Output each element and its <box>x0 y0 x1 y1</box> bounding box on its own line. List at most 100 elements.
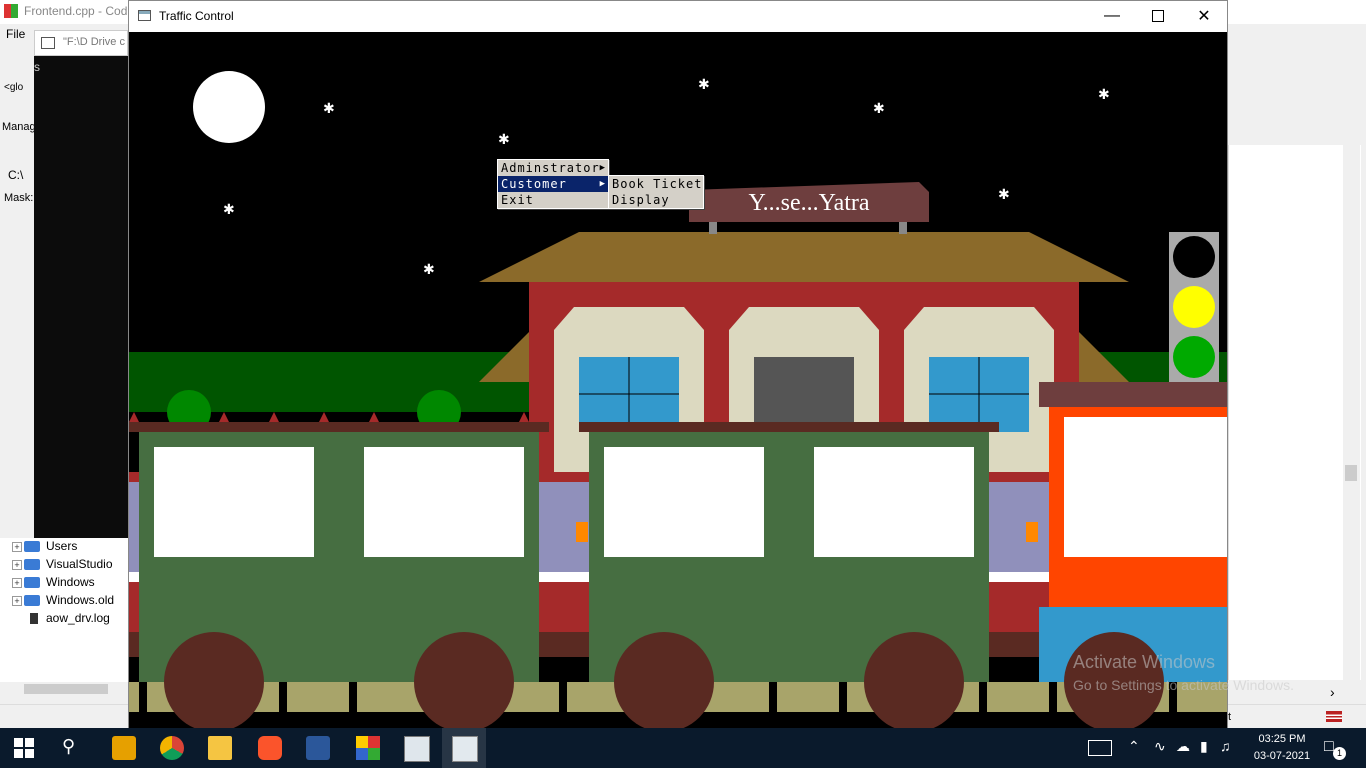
clock[interactable]: 03:25 PM 03-07-2021 <box>1244 731 1320 765</box>
brave-icon[interactable] <box>258 736 282 760</box>
search-icon[interactable]: ⚲ <box>62 736 86 760</box>
menu-item-label: Adminstrator <box>501 161 600 175</box>
star: ✱ <box>423 261 435 277</box>
scene-drawing <box>129 32 1227 728</box>
mask-label: Mask: <box>4 192 34 204</box>
menu-item-exit[interactable]: Exit <box>498 192 608 208</box>
menu-item-display[interactable]: Display <box>609 192 703 208</box>
menu-item-customer[interactable]: Customer ▶ <box>498 176 608 192</box>
tree-item[interactable]: aow_drv.log <box>12 610 128 628</box>
moon <box>193 71 265 143</box>
console-window: s <box>34 30 128 538</box>
menu-item-label: Display <box>612 193 670 207</box>
battery-icon[interactable]: ▮ <box>1200 738 1208 755</box>
maximize-button[interactable] <box>1135 1 1181 31</box>
menu-item-adminstrator[interactable]: Adminstrator ▶ <box>498 160 608 176</box>
main-menu: Adminstrator ▶ Customer ▶ Exit <box>497 159 609 209</box>
close-icon: ✕ <box>1197 8 1211 25</box>
star: ✱ <box>998 186 1010 202</box>
folder-icon <box>24 595 40 606</box>
tree-item-label: Windows.old <box>46 593 115 607</box>
minimize-icon: — <box>1104 7 1120 24</box>
menu-item-book-ticket[interactable]: Book Ticket <box>609 176 703 192</box>
folder-icon <box>24 559 40 570</box>
scrollbar-thumb[interactable] <box>24 684 108 694</box>
star: ✱ <box>1098 86 1110 102</box>
path-field[interactable]: C:\ <box>8 168 23 182</box>
ide-title: Frontend.cpp - Cod <box>24 4 128 18</box>
traffic-light-yellow <box>1173 286 1215 328</box>
expand-icon[interactable]: + <box>12 578 22 588</box>
news-icon[interactable] <box>1088 740 1112 756</box>
star: ✱ <box>223 201 235 217</box>
activation-watermark-title: Activate Windows <box>1073 652 1216 672</box>
start-icon[interactable] <box>14 736 38 760</box>
tree-item[interactable]: + Users <box>12 538 128 556</box>
tree-item-label: Windows <box>46 575 95 589</box>
star: ✱ <box>698 76 710 92</box>
submenu-arrow-icon: ▶ <box>599 179 606 189</box>
horizontal-scrollbar[interactable] <box>0 682 128 696</box>
star: ✱ <box>323 100 335 116</box>
console-icon <box>41 37 55 49</box>
menu-item-label: Customer <box>501 177 567 191</box>
activation-watermark-text: Go to Settings to activate Windows. <box>1073 677 1294 693</box>
window-icon <box>138 10 151 21</box>
folder-icon <box>24 541 40 552</box>
tree-item-label: VisualStudio <box>46 557 113 571</box>
sublime-text-icon[interactable] <box>112 736 136 760</box>
chevron-up-icon[interactable]: ⌃ <box>1128 738 1140 755</box>
menu-item-label: Book Ticket <box>612 177 703 191</box>
codeblocks-icon <box>4 4 18 18</box>
menu-item-label: Exit <box>501 193 534 207</box>
customer-submenu: Book Ticket Display <box>608 175 704 209</box>
wifi-icon[interactable]: ∿ <box>1154 738 1166 755</box>
scroll-right-icon[interactable]: › <box>1330 684 1335 700</box>
star: ✱ <box>873 100 885 116</box>
console-title: "F:\D Drive c <box>63 36 125 48</box>
station-roof <box>479 232 1129 282</box>
vertical-scrollbar[interactable] <box>1343 145 1360 680</box>
file-explorer-icon[interactable] <box>208 736 232 760</box>
window-title: Traffic Control <box>159 9 234 23</box>
window-titlebar[interactable]: Traffic Control — ✕ <box>129 1 1227 31</box>
tree-item-label: aow_drv.log <box>46 611 110 625</box>
manager-label: Manag <box>2 121 36 133</box>
chrome-icon[interactable] <box>160 736 184 760</box>
glob-dropdown[interactable]: <glo <box>4 82 23 93</box>
us-flag-icon <box>1326 711 1342 722</box>
cloud-icon[interactable]: ☁ <box>1176 738 1190 755</box>
star: ✱ <box>498 131 510 147</box>
tree-item[interactable]: + VisualStudio <box>12 556 128 574</box>
codeblocks-icon[interactable] <box>356 736 380 760</box>
editor-panel <box>1228 145 1361 680</box>
status-text: t <box>1228 711 1232 723</box>
console-text: s <box>34 60 40 74</box>
expand-icon[interactable]: + <box>12 560 22 570</box>
clock-time: 03:25 PM <box>1258 733 1306 745</box>
word-icon[interactable] <box>306 736 330 760</box>
traffic-control-window: Traffic Control — ✕ ✱ ✱ ✱ ✱ ✱ ✱ ✱ ✱ Y...… <box>128 0 1228 728</box>
submenu-arrow-icon: ▶ <box>599 163 606 173</box>
tree-item[interactable]: + Windows.old <box>12 592 128 610</box>
expand-icon[interactable]: + <box>12 542 22 552</box>
maximize-icon <box>1152 10 1164 22</box>
tree-item-label: Users <box>46 539 78 553</box>
volume-icon[interactable]: ♫ <box>1220 738 1231 754</box>
expand-icon[interactable]: + <box>12 596 22 606</box>
traffic-light-red <box>1173 236 1215 278</box>
close-button[interactable]: ✕ <box>1181 1 1227 31</box>
clock-date: 03-07-2021 <box>1253 750 1311 762</box>
console-titlebar: "F:\D Drive c <box>34 30 128 56</box>
minimize-button[interactable]: — <box>1089 1 1135 31</box>
tree-item[interactable]: + Windows <box>12 574 128 592</box>
notification-badge: 1 <box>1333 747 1346 760</box>
scrollbar-thumb[interactable] <box>1345 465 1357 481</box>
file-tree: + Users + VisualStudio + Windows + Windo… <box>0 538 128 696</box>
traffic-light-green <box>1173 336 1215 378</box>
taskbar: ⚲ ⌃ ∿ ☁ ▮ ♫ □ 1 <box>0 728 1366 768</box>
graphics-canvas[interactable]: ✱ ✱ ✱ ✱ ✱ ✱ ✱ ✱ Y...se...Yatra Adminstra… <box>129 32 1227 728</box>
file-lock-icon <box>30 613 38 624</box>
file-menu[interactable]: File <box>6 27 25 41</box>
console-app-icon[interactable] <box>404 736 430 762</box>
